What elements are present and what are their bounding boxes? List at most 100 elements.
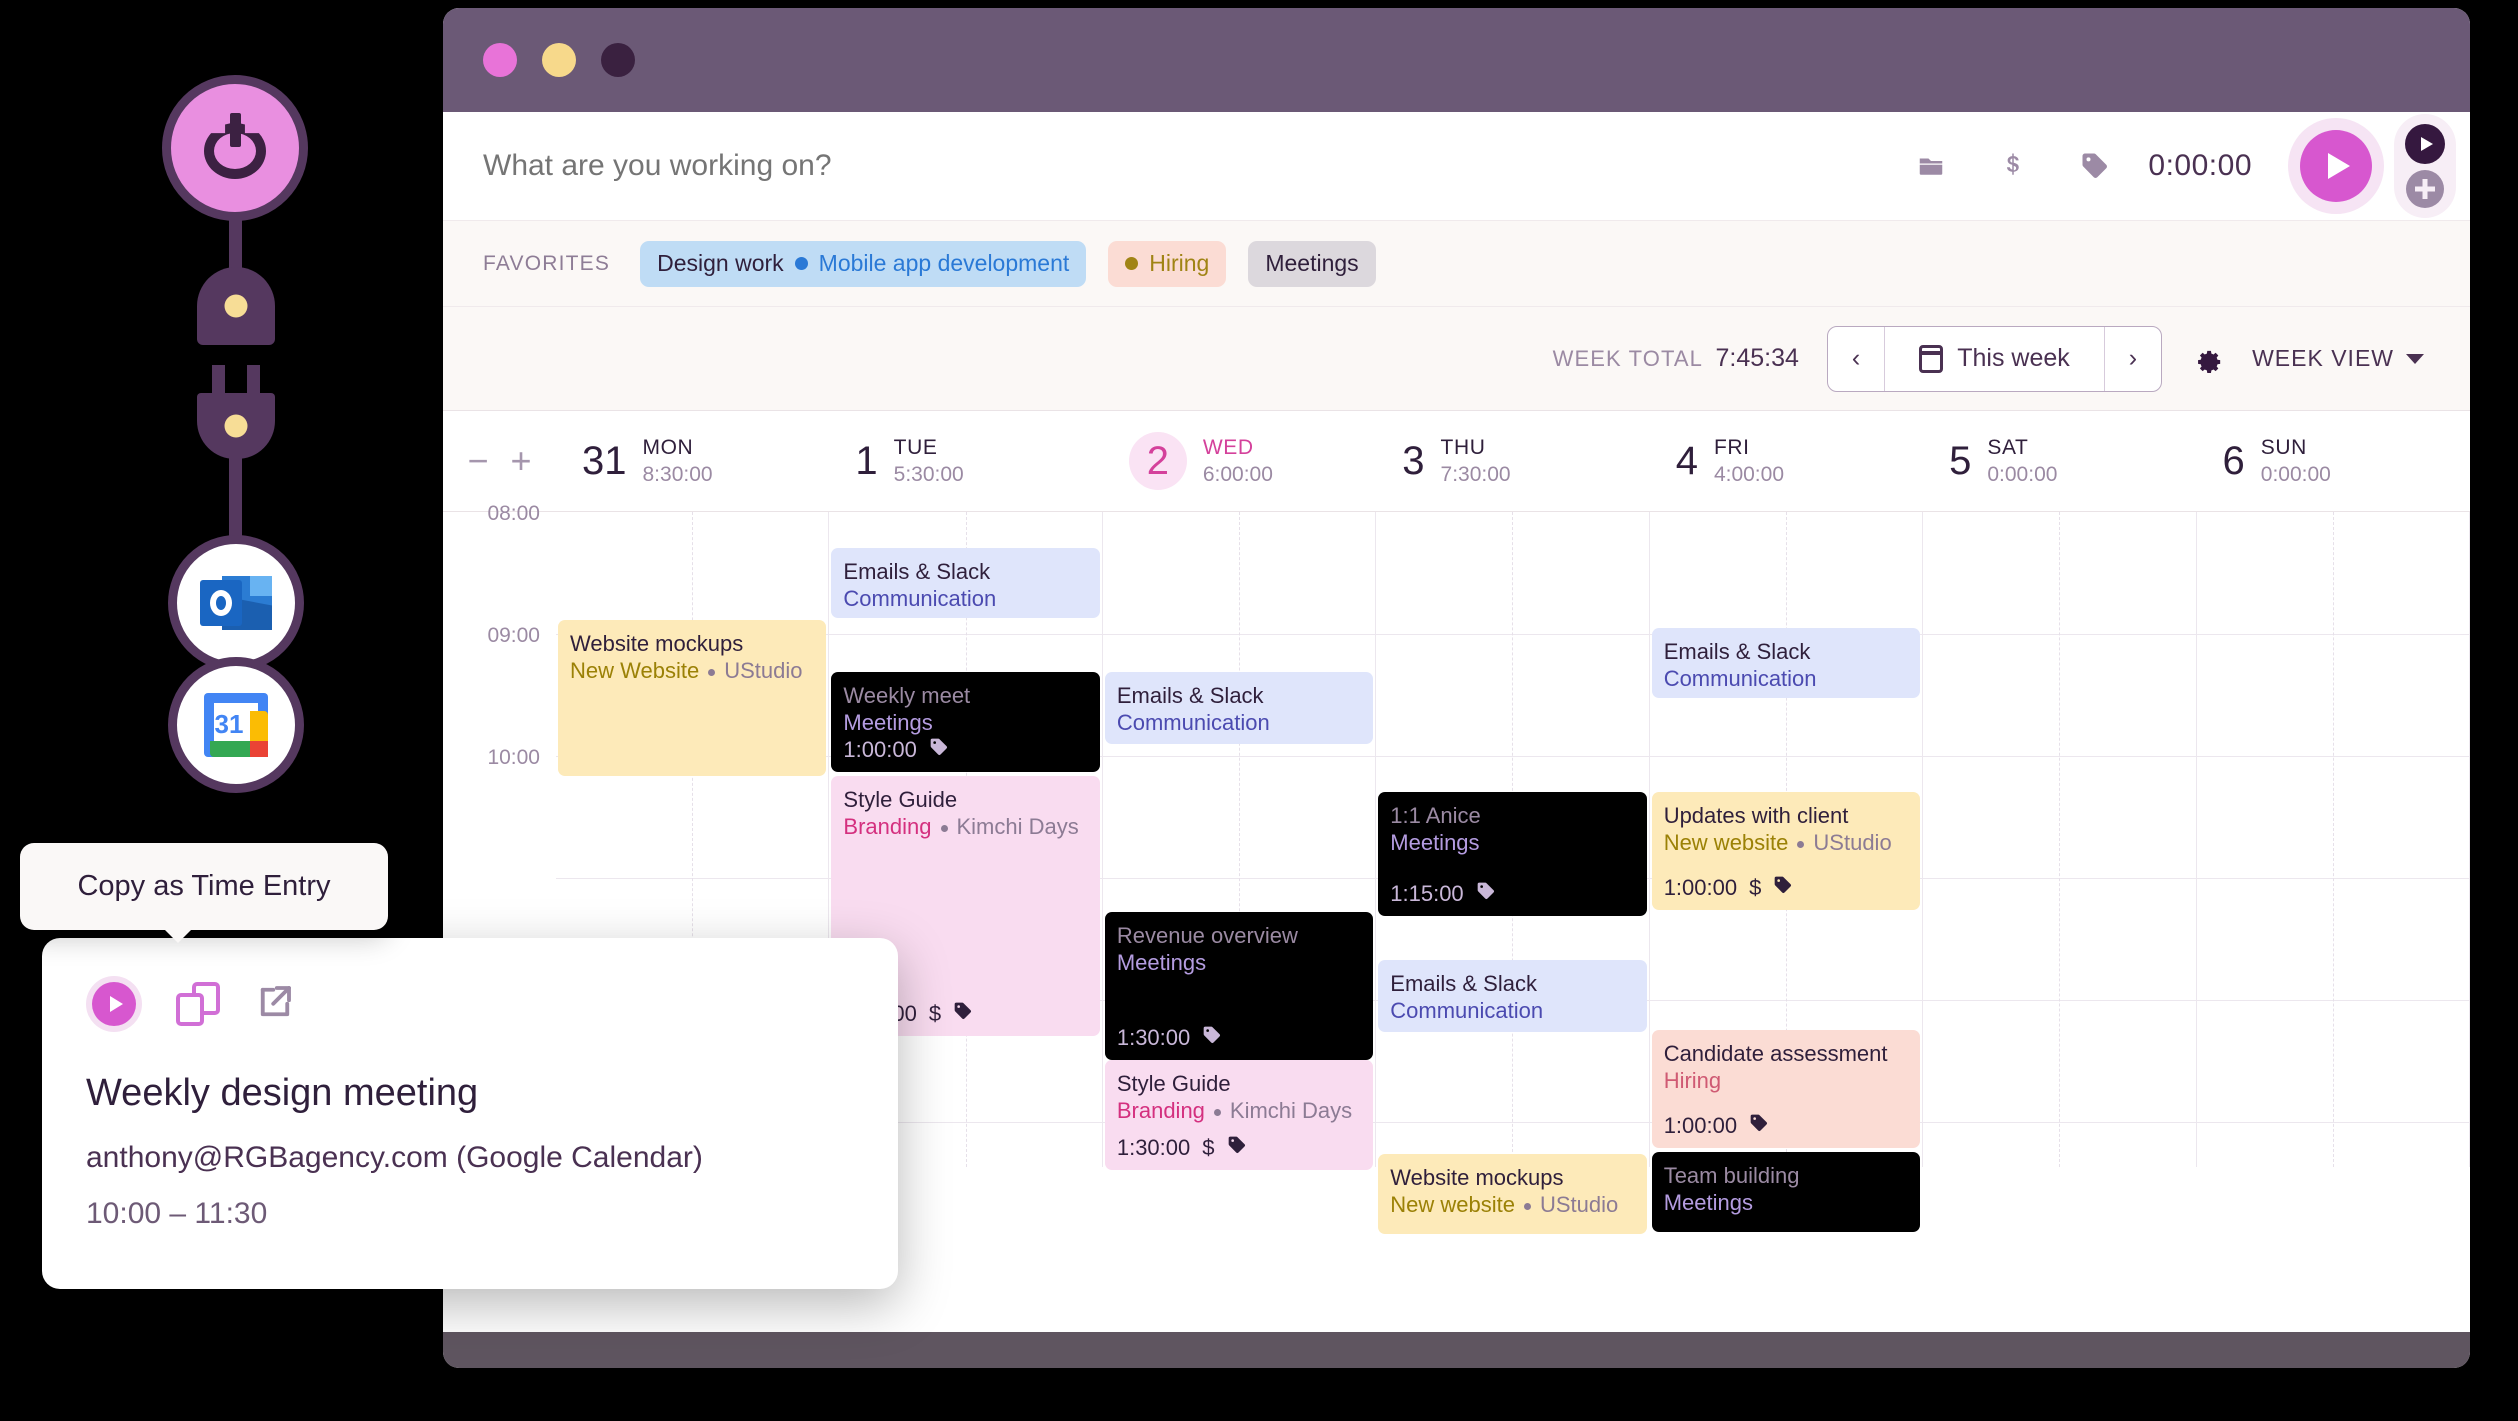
calendar-icon: [1919, 344, 1944, 373]
calendar-event[interactable]: Website mockups New Website UStudio: [558, 620, 827, 776]
event-project: Branding Kimchi Days: [1116, 1098, 1353, 1123]
calendar-event[interactable]: Website mockups New website UStudio: [1378, 1154, 1647, 1234]
timer-mode-manual-icon[interactable]: [2406, 170, 2444, 208]
description-input[interactable]: [483, 149, 1915, 183]
event-project: Hiring: [1663, 1068, 1722, 1093]
screenshot-root: 31 0:00:00: [0, 0, 2518, 1421]
day-name: SAT: [1987, 435, 2029, 459]
copy-as-time-entry-tooltip: Copy as Time Entry: [20, 843, 388, 943]
gear-icon[interactable]: [2190, 342, 2224, 376]
calendar-event[interactable]: Updates with client New website UStudio 1:0…: [1651, 792, 1921, 910]
calendar-event[interactable]: Team building Meetings: [1651, 1152, 1921, 1232]
calendar-event[interactable]: Emails & SlackCommunication: [1378, 960, 1647, 1032]
project-color-dot: [1125, 257, 1139, 270]
this-week-button[interactable]: This week: [1884, 326, 2105, 391]
day-column-header-fri[interactable]: 4 FRI 4:00:00: [1650, 411, 1923, 511]
event-title: Website mockups: [570, 631, 744, 656]
popup-actions: [86, 976, 854, 1032]
project-color-dot: [794, 257, 808, 270]
time-label: 10:00: [487, 746, 540, 769]
event-title: Style Guide: [1116, 1071, 1231, 1096]
zoom-in-button[interactable]: +: [511, 443, 532, 479]
favorite-chip-design-work[interactable]: Design work Mobile app development: [640, 240, 1087, 287]
cord-lower: [229, 457, 242, 545]
day-total: 8:30:00: [642, 462, 713, 486]
event-title: Website mockups: [1390, 1165, 1564, 1190]
dollar-icon[interactable]: [1996, 149, 2030, 183]
day-total: 5:30:00: [893, 462, 964, 486]
day-column-header-sun[interactable]: 6 SUN 0:00:00: [2197, 411, 2470, 511]
day-name: TUE: [893, 435, 938, 459]
socket-icon: [197, 267, 275, 345]
favorites-bar: FAVORITES Design work Mobile app develop…: [443, 220, 2470, 306]
timer-mode-play-icon[interactable]: [2405, 124, 2445, 164]
maximize-window-button[interactable]: [601, 43, 635, 77]
event-project: Communication: [843, 586, 997, 611]
week-navigation-bar: WEEK TOTAL 7:45:34 ‹ This week › WEEK VI…: [443, 306, 2470, 410]
favorite-chip-meetings[interactable]: Meetings: [1248, 240, 1376, 287]
event-project: Meetings: [1390, 830, 1480, 855]
calendar-event[interactable]: 1:1 Anice Meetings 1:15:00: [1378, 792, 1647, 916]
day-column-sun[interactable]: [2197, 512, 2470, 1167]
day-number: 2: [1128, 432, 1187, 490]
cord-upper: [229, 215, 242, 275]
calendar-event[interactable]: Style GuideBrandingKimchi Days 1:30:00$: [1104, 1060, 1374, 1170]
event-title: Emails & Slack: [1116, 683, 1264, 708]
window-titlebar: [443, 8, 2470, 112]
event-duration: 1:30:00: [1117, 1024, 1222, 1051]
calendar-event-popup: Weekly design meeting anthony@RGBagency.…: [42, 938, 898, 1289]
calendar-event[interactable]: Emails & SlackCommunication: [1104, 672, 1374, 744]
prev-week-button[interactable]: ‹: [1828, 327, 1884, 391]
minimize-window-button[interactable]: [542, 43, 576, 77]
calendar-event[interactable]: Weekly meet Meetings 1:00:00: [831, 672, 1100, 772]
calendar-event[interactable]: Revenue overview Meetings 1:30:00: [1104, 912, 1374, 1060]
day-column-header-sat[interactable]: 5 SAT 0:00:00: [1923, 411, 2196, 511]
calendar-event[interactable]: Emails & SlackCommunication: [831, 548, 1100, 618]
external-link-icon[interactable]: [254, 981, 296, 1028]
tag-icon: [1202, 1024, 1222, 1051]
favorite-chip-hiring[interactable]: Hiring: [1108, 240, 1227, 287]
favorite-task-label: Design work: [657, 250, 784, 276]
day-column-header-tue[interactable]: 1 TUE 5:30:00: [829, 411, 1102, 511]
copy-icon[interactable]: [176, 982, 220, 1026]
close-window-button[interactable]: [483, 43, 517, 77]
power-icon: [162, 75, 308, 221]
day-column-sat[interactable]: [1923, 512, 2197, 1167]
calendar-event[interactable]: Emails & SlackCommunication: [1651, 628, 1921, 698]
calendar-event[interactable]: Candidate assessment Hiring 1:00:00: [1651, 1030, 1921, 1148]
next-week-button[interactable]: ›: [2105, 327, 2161, 391]
start-timer-icon[interactable]: [86, 976, 142, 1032]
start-timer-button[interactable]: [2288, 118, 2384, 214]
timer-bar: 0:00:00: [443, 112, 2470, 220]
gcal-day-number: 31: [214, 709, 244, 739]
day-column-thu[interactable]: 1:1 Anice Meetings 1:15:00 Emails & Slack Co…: [1376, 512, 1650, 1234]
event-title: 1:1 Anice: [1390, 803, 1481, 828]
day-column-wed[interactable]: Emails & Slack Communication Revenue overv…: [1103, 512, 1377, 1170]
event-title: Updates with client: [1663, 803, 1849, 828]
day-column-header-wed[interactable]: 2 WED 6:00:00: [1103, 411, 1376, 511]
day-column-header-mon[interactable]: 31 MON 8:30:00: [556, 411, 829, 511]
day-column-fri[interactable]: Emails & Slack Communication Updates with …: [1650, 512, 1924, 1232]
event-project: Meetings: [1116, 950, 1207, 975]
tag-icon: [1227, 1134, 1247, 1161]
tag-icon: [953, 1000, 973, 1027]
day-column-header-thu[interactable]: 3 THU 7:30:00: [1376, 411, 1649, 511]
zoom-out-button[interactable]: −: [467, 443, 488, 479]
plug-icon: [197, 365, 275, 459]
event-title: Emails & Slack: [1390, 971, 1537, 996]
tag-icon: [929, 736, 949, 763]
event-project: Branding Kimchi Days: [843, 814, 1079, 839]
tag-icon[interactable]: [2078, 149, 2112, 183]
week-range-selector: ‹ This week ›: [1826, 325, 2163, 392]
week-total-value: 7:45:34: [1715, 344, 1799, 372]
time-label: 09:00: [487, 624, 540, 647]
event-project: Communication: [1390, 998, 1544, 1023]
folder-icon[interactable]: [1914, 149, 1948, 183]
day-name: THU: [1440, 435, 1486, 459]
event-title: Revenue overview: [1116, 923, 1298, 948]
tooltip-text: Copy as Time Entry: [77, 870, 331, 902]
event-title: Team building: [1663, 1163, 1800, 1188]
day-number: 6: [2222, 438, 2245, 483]
day-name: SUN: [2260, 435, 2307, 459]
view-mode-selector[interactable]: WEEK VIEW: [2252, 345, 2424, 372]
